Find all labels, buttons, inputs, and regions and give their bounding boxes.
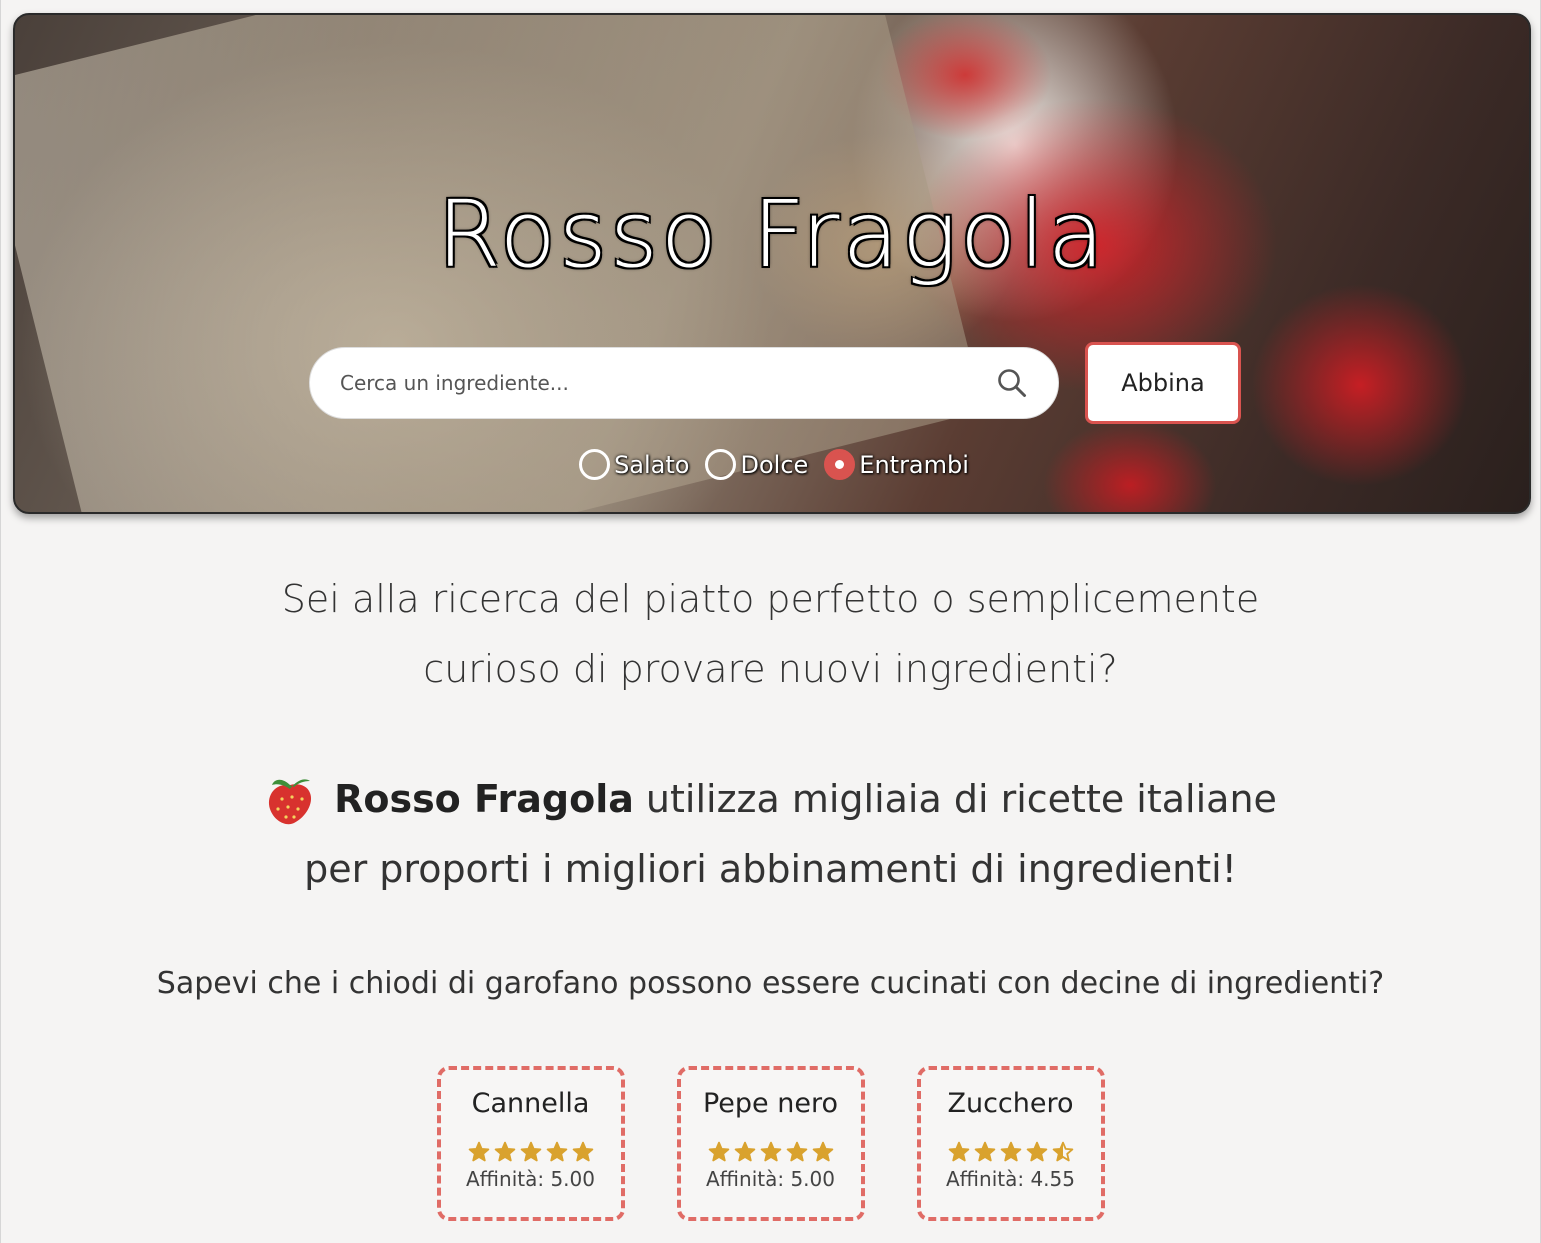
- recipe-type-radio-group: Salato Dolce Entrambi: [15, 449, 1529, 480]
- fun-fact-text: Sapevi che i chiodi di garofano possono …: [156, 966, 1385, 1001]
- intro-line: Sei alla ricerca del piatto perfetto o s…: [281, 577, 1260, 621]
- star-rating: [708, 1141, 834, 1163]
- suggestion-cards: Cannella Affinità: 5.00 Pepe nero Affini…: [1, 1066, 1540, 1221]
- radio-label: Entrambi: [859, 450, 969, 479]
- star-full-icon: [1026, 1141, 1047, 1162]
- star-full-icon: [1000, 1141, 1021, 1162]
- ingredient-name: Pepe nero: [702, 1088, 838, 1119]
- radio-dolce[interactable]: Dolce: [705, 449, 808, 480]
- affinity-score: Affinità: 5.00: [706, 1167, 835, 1191]
- star-full-icon: [786, 1141, 807, 1162]
- brand-name: Rosso Fragola: [334, 777, 634, 821]
- search-box: [309, 347, 1059, 419]
- strawberry-icon: [269, 779, 312, 825]
- affinity-score: Affinità: 4.55: [946, 1167, 1075, 1191]
- star-full-icon: [572, 1141, 593, 1162]
- star-full-icon: [520, 1141, 541, 1162]
- brand-line: Rosso Fragola utilizza migliaia di ricet…: [1, 764, 1540, 834]
- radio-salato[interactable]: Salato: [579, 449, 689, 480]
- site-title: Rosso Fragola: [436, 181, 1108, 288]
- ingredient-name: Zucchero: [947, 1088, 1074, 1119]
- star-rating: [468, 1141, 594, 1163]
- brand-line-2: per proporti i migliori abbinamenti di i…: [304, 847, 1237, 891]
- search-icon[interactable]: [992, 363, 1032, 403]
- ingredient-card[interactable]: Zucchero Affinità: 4.55: [916, 1066, 1105, 1221]
- radio-label: Dolce: [740, 450, 809, 479]
- radio-button-icon[interactable]: [579, 449, 611, 480]
- radio-label: Salato: [614, 450, 690, 479]
- ingredient-card[interactable]: Pepe nero Affinità: 5.00: [676, 1066, 865, 1221]
- radio-button-icon[interactable]: [705, 449, 737, 480]
- ingredient-card[interactable]: Cannella Affinità: 5.00: [436, 1066, 625, 1221]
- match-button[interactable]: Abbina: [1085, 342, 1241, 424]
- brand-description: Rosso Fragola utilizza migliaia di ricet…: [1, 764, 1540, 904]
- star-half-icon: [1052, 1141, 1073, 1162]
- star-full-icon: [468, 1141, 489, 1162]
- intro-line: curioso di provare nuovi ingredienti?: [423, 647, 1118, 691]
- search-input[interactable]: [310, 348, 992, 418]
- star-rating: [948, 1141, 1074, 1163]
- hero-banner: Rosso Fragola Abbina Salato Dolce: [13, 13, 1531, 514]
- star-full-icon: [974, 1141, 995, 1162]
- star-full-icon: [948, 1141, 969, 1162]
- radio-entrambi[interactable]: Entrambi: [824, 449, 969, 480]
- star-full-icon: [546, 1141, 567, 1162]
- star-full-icon: [760, 1141, 781, 1162]
- radio-button-checked-icon[interactable]: [824, 449, 856, 480]
- ingredient-name: Cannella: [471, 1088, 590, 1119]
- affinity-score: Affinità: 5.00: [466, 1167, 595, 1191]
- star-full-icon: [494, 1141, 515, 1162]
- star-full-icon: [812, 1141, 833, 1162]
- brand-line-text: utilizza migliaia di ricette italiane: [645, 777, 1277, 821]
- star-full-icon: [708, 1141, 729, 1162]
- star-full-icon: [734, 1141, 755, 1162]
- intro-text: Sei alla ricerca del piatto perfetto o s…: [1, 564, 1540, 704]
- page: Rosso Fragola Abbina Salato Dolce: [0, 0, 1541, 1243]
